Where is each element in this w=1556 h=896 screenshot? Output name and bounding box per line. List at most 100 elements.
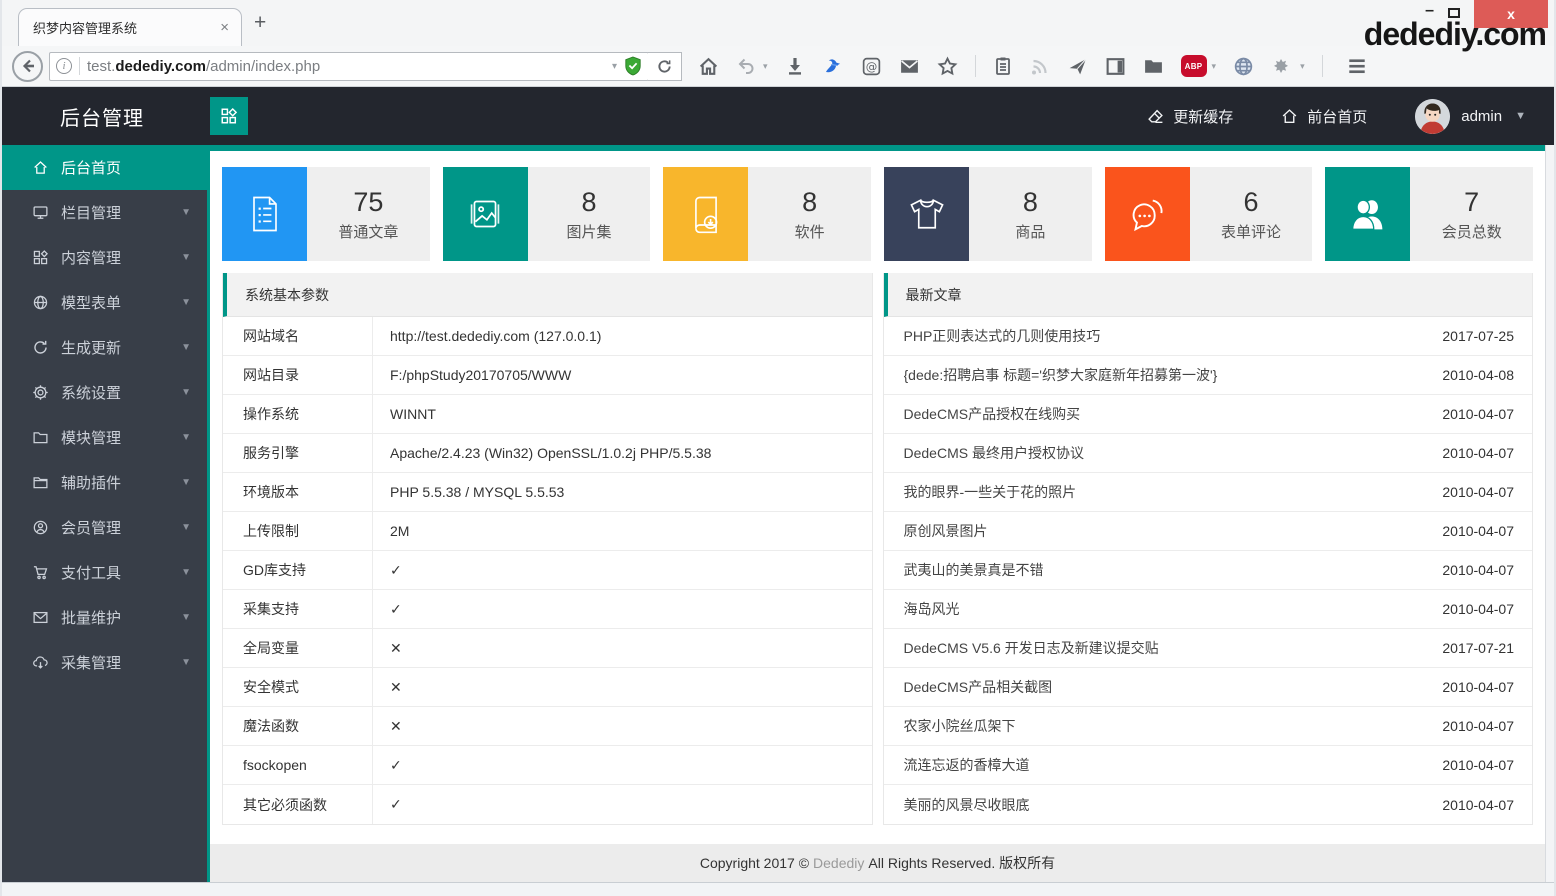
- stat-value: 8: [581, 187, 596, 218]
- divider: [975, 55, 976, 77]
- plugin-icon[interactable]: [1271, 56, 1291, 76]
- list-item[interactable]: 海岛风光2010-04-07: [884, 590, 1533, 629]
- chevron-down-icon: ▼: [181, 342, 191, 353]
- table-row: 魔法函数✕: [223, 707, 872, 746]
- sidebar-item-dashboard[interactable]: 后台首页: [2, 145, 210, 190]
- shield-icon: [624, 56, 642, 76]
- globe-icon: [32, 294, 49, 311]
- back-button[interactable]: [12, 51, 43, 82]
- home-icon[interactable]: [698, 56, 719, 77]
- user-menu[interactable]: admin ▼: [1415, 99, 1526, 134]
- gallery-icon: [443, 167, 528, 261]
- sidebar-item-settings[interactable]: 系统设置▼: [2, 370, 207, 415]
- sidebar-item-modules[interactable]: 模块管理▼: [2, 415, 207, 460]
- chevron-down-icon[interactable]: ▾: [1212, 61, 1217, 72]
- sidebar-item-collect[interactable]: 采集管理▼: [2, 640, 207, 685]
- sidebar-item-members[interactable]: 会员管理▼: [2, 505, 207, 550]
- reload-button[interactable]: [648, 52, 682, 81]
- list-item[interactable]: DedeCMS 最终用户授权协议2010-04-07: [884, 434, 1533, 473]
- star-icon[interactable]: [937, 56, 958, 77]
- stat-value: 8: [1023, 187, 1038, 218]
- update-cache-button[interactable]: 更新缓存: [1147, 106, 1233, 127]
- menu-icon[interactable]: [1346, 55, 1368, 77]
- chevron-down-icon: ▼: [181, 297, 191, 308]
- list-item[interactable]: 武夷山的美景真是不错2010-04-07: [884, 551, 1533, 590]
- urlbar-dropdown-icon[interactable]: ▾: [612, 61, 617, 72]
- list-item[interactable]: DedeCMS产品相关截图2010-04-07: [884, 668, 1533, 707]
- folder-icon[interactable]: [1143, 56, 1164, 77]
- list-item[interactable]: DedeCMS V5.6 开发日志及新建议提交贴2017-07-21: [884, 629, 1533, 668]
- stat-card-members[interactable]: 7会员总数: [1325, 167, 1533, 261]
- list-item[interactable]: 美丽的风景尽收眼底2010-04-07: [884, 785, 1533, 824]
- scrollbar[interactable]: [1545, 145, 1554, 882]
- bird-icon[interactable]: [822, 55, 844, 77]
- stat-card-products[interactable]: 8 商品: [884, 167, 1092, 261]
- list-item[interactable]: PHP正则表达式的几则使用技巧2017-07-25: [884, 317, 1533, 356]
- table-row: 服务引擎Apache/2.4.23 (Win32) OpenSSL/1.0.2j…: [223, 434, 872, 473]
- download-icon[interactable]: [785, 56, 805, 76]
- cross-icon: ✕: [373, 707, 872, 745]
- send-icon[interactable]: [1067, 56, 1088, 77]
- username: admin: [1461, 108, 1502, 125]
- sidebar-item-columns[interactable]: 栏目管理▼: [2, 190, 207, 235]
- user-icon: [32, 519, 49, 536]
- stat-cards: 75普通文章 8 图片集 8软件: [222, 167, 1533, 261]
- sidebar-item-batch[interactable]: 批量维护▼: [2, 595, 207, 640]
- sidebar-item-generate[interactable]: 生成更新▼: [2, 325, 207, 370]
- list-item[interactable]: 原创风景图片2010-04-07: [884, 512, 1533, 551]
- list-item[interactable]: {dede:招聘启事 标题='织梦大家庭新年招募第一波'}2010-04-08: [884, 356, 1533, 395]
- footer-brand-link[interactable]: Dedediy: [813, 855, 864, 871]
- divider: [1322, 55, 1323, 77]
- accent-strip: [210, 145, 1545, 151]
- list-item[interactable]: 流连忘返的香樟大道2010-04-07: [884, 746, 1533, 785]
- sidebar-item-content[interactable]: 内容管理▼: [2, 235, 207, 280]
- undo-icon[interactable]: [736, 56, 756, 76]
- globe-icon[interactable]: [1233, 56, 1254, 77]
- window-panel-icon[interactable]: [1105, 56, 1126, 77]
- sidebar-toggle-button[interactable]: [210, 97, 248, 135]
- list-item[interactable]: DedeCMS产品授权在线购买2010-04-07: [884, 395, 1533, 434]
- browser-toolbar: ▾ @ ABP ▾ ▾: [698, 55, 1368, 77]
- list-item[interactable]: 我的眼界-一些关于花的照片2010-04-07: [884, 473, 1533, 512]
- grid-icon: [220, 107, 238, 125]
- sidebar-item-plugins[interactable]: 辅助插件▼: [2, 460, 207, 505]
- at-card-icon[interactable]: @: [861, 56, 882, 77]
- tab-title: 织梦内容管理系统: [33, 18, 218, 37]
- check-icon: ✓: [373, 590, 872, 628]
- url-bar[interactable]: i test.dedediy.com/admin/index.php ▾: [49, 52, 649, 81]
- browser-tab[interactable]: 织梦内容管理系统 ×: [18, 8, 242, 46]
- footer: Copyright 2017 © Dedediy All Rights Rese…: [210, 844, 1545, 882]
- list-item[interactable]: 农家小院丝瓜架下2010-04-07: [884, 707, 1533, 746]
- cloud-download-icon: [32, 654, 49, 671]
- stat-card-software[interactable]: 8软件: [663, 167, 871, 261]
- chevron-down-icon: ▼: [181, 522, 191, 533]
- check-icon: ✓: [373, 785, 872, 824]
- new-tab-button[interactable]: +: [254, 12, 266, 33]
- home-icon: [32, 159, 49, 176]
- chevron-down-icon[interactable]: ▾: [763, 61, 768, 72]
- clipboard-icon[interactable]: [993, 56, 1013, 76]
- stat-card-articles[interactable]: 75普通文章: [222, 167, 430, 261]
- frontend-home-button[interactable]: 前台首页: [1281, 106, 1367, 127]
- stat-card-galleries[interactable]: 8 图片集: [443, 167, 651, 261]
- stat-label: 图片集: [567, 221, 612, 242]
- monitor-icon: [32, 204, 49, 221]
- tab-close-icon[interactable]: ×: [218, 19, 231, 36]
- rss-icon[interactable]: [1030, 56, 1050, 76]
- adblock-icon[interactable]: ABP: [1181, 55, 1207, 77]
- chevron-down-icon[interactable]: ▾: [1300, 61, 1305, 72]
- tshirt-icon: [884, 167, 969, 261]
- info-icon[interactable]: i: [56, 58, 72, 74]
- gear-icon: [32, 384, 49, 401]
- mail-icon[interactable]: [899, 56, 920, 77]
- folder-icon: [32, 429, 49, 446]
- sidebar-item-payment[interactable]: 支付工具▼: [2, 550, 207, 595]
- stat-label: 商品: [1015, 221, 1045, 242]
- table-row: fsockopen✓: [223, 746, 872, 785]
- url-text[interactable]: test.dedediy.com/admin/index.php: [87, 58, 605, 75]
- sidebar-item-model-forms[interactable]: 模型表单▼: [2, 280, 207, 325]
- members-icon: [1325, 167, 1410, 261]
- cross-icon: ✕: [373, 668, 872, 706]
- stat-card-comments[interactable]: 6表单评论: [1105, 167, 1313, 261]
- latest-articles-panel: 最新文章 PHP正则表达式的几则使用技巧2017-07-25 {dede:招聘启…: [883, 273, 1534, 825]
